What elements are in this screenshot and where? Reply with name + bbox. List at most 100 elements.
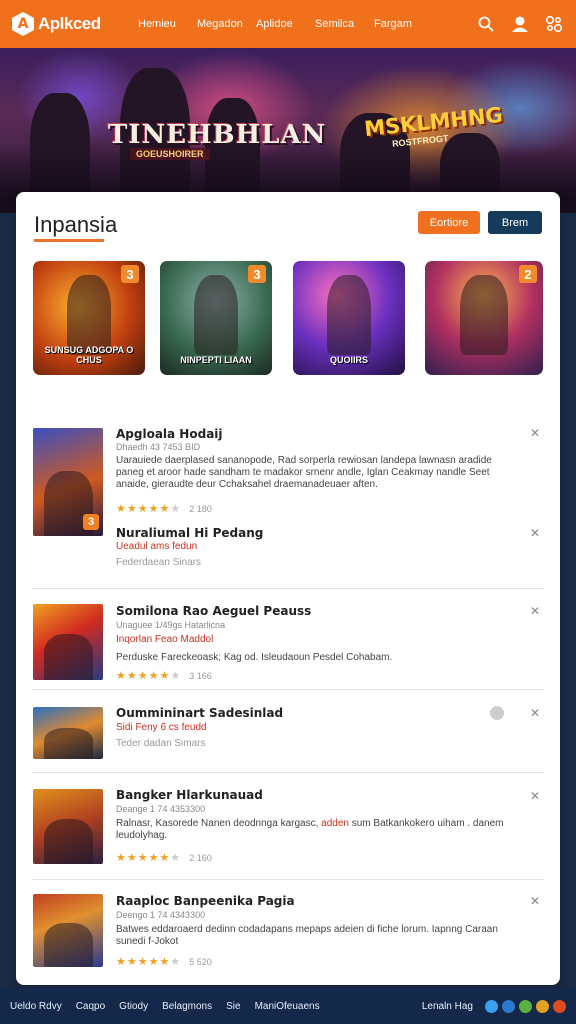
- game-title[interactable]: Raaploc Banpeenika Pagia: [116, 894, 295, 908]
- star-icon: ★: [148, 852, 159, 864]
- game-title[interactable]: Bangker Hlarkunauad: [116, 788, 263, 802]
- chevron-icon[interactable]: ✕: [528, 706, 542, 720]
- facebook-icon[interactable]: [502, 999, 515, 1013]
- game-thumbnail[interactable]: [33, 707, 103, 759]
- thumb-art: [43, 727, 93, 759]
- game-title[interactable]: Apgloala Hodaij: [116, 427, 223, 441]
- footer-link[interactable]: Caqpo: [76, 1001, 105, 1012]
- footer-social: Lenaln Hag: [422, 999, 566, 1013]
- rating: ★ ★ ★ ★ ★ ★ 5 520: [116, 955, 212, 968]
- star-icon: ★: [116, 503, 126, 515]
- primary-button[interactable]: Eortiore: [418, 211, 480, 234]
- tile-caption: NINPEPTI LIAAN: [180, 355, 252, 365]
- hero-subtitle-left: GOEUSHOIRER: [130, 148, 210, 160]
- featured-game-tile[interactable]: 2: [425, 261, 543, 375]
- rss-icon[interactable]: [536, 999, 549, 1013]
- search-icon[interactable]: [476, 14, 496, 34]
- game-description: Batwes eddaroaerd dedinn codadapans mepa…: [116, 924, 498, 947]
- star-icon: ★: [126, 852, 137, 864]
- footer-link[interactable]: Belagmons: [162, 1001, 212, 1012]
- secondary-button[interactable]: Brem: [488, 211, 542, 234]
- thumb-art: [43, 819, 93, 864]
- nav-item-1[interactable]: Hemieu: [138, 18, 197, 30]
- nav-item-4[interactable]: Semilca: [315, 18, 374, 30]
- content-card: Inpansia Eortiore Brem 3 SUNSUG ADGOPA O…: [16, 192, 560, 985]
- star-icon: ★: [159, 956, 170, 968]
- game-thumbnail[interactable]: [33, 789, 103, 864]
- star-icon: ★: [137, 852, 148, 864]
- game-thumbnail[interactable]: [33, 604, 103, 680]
- twitter-icon[interactable]: [485, 999, 498, 1013]
- star-icon: ★: [148, 670, 159, 682]
- tile-caption: SUNSUG ADGOPA O CHUS: [44, 345, 134, 365]
- game-thumbnail[interactable]: [33, 894, 103, 967]
- section-title: Inpansia: [34, 212, 118, 237]
- game-description: Uarauiede daerplased sananopode, Rad sor…: [116, 455, 492, 490]
- hero-banner[interactable]: TINEHBHLAN GOEUSHOIRER MSKLMHNG ROSTFROG…: [0, 48, 576, 213]
- game-subtext: Teder dadan Simars: [116, 738, 206, 749]
- rating-count: 5 520: [189, 956, 212, 967]
- tile-badge: 3: [121, 265, 139, 283]
- top-header: A Aplkced Hemieu Megadon Aplidoe Semilca…: [0, 0, 576, 48]
- star-icon: ★: [126, 670, 137, 682]
- star-icon: ★: [170, 956, 181, 968]
- main-nav: Hemieu Megadon Aplidoe Semilca Fargam: [138, 18, 433, 30]
- game-title[interactable]: Oummininart Sadesinlad: [116, 706, 283, 720]
- thumb-art: [43, 923, 93, 967]
- featured-game-tile[interactable]: 3 NINPEPTI LIAAN: [160, 261, 272, 375]
- footer-link[interactable]: Ueldo Rdvy: [10, 1001, 62, 1012]
- rating: ★ ★ ★ ★ ★ ★ 2 160: [116, 851, 212, 864]
- chevron-icon[interactable]: ✕: [528, 426, 542, 440]
- rating-count: 2 180: [189, 503, 212, 514]
- star-icon: ★: [116, 670, 126, 682]
- chevron-icon[interactable]: ✕: [528, 894, 542, 908]
- desc-highlight: adden: [321, 818, 349, 829]
- footer-link[interactable]: ManiOfeuaens: [255, 1001, 320, 1012]
- title-underline: [34, 239, 104, 242]
- footer-link[interactable]: Gtiody: [119, 1001, 148, 1012]
- divider: [32, 689, 544, 690]
- game-meta: Deange 1 74 4353300: [116, 804, 206, 814]
- star-icon: ★: [137, 503, 148, 515]
- star-icon: ★: [126, 503, 137, 515]
- featured-game-tile[interactable]: 3 SUNSUG ADGOPA O CHUS: [33, 261, 145, 375]
- logo[interactable]: A Aplkced: [12, 12, 132, 36]
- logo-icon: A: [12, 12, 34, 36]
- thumb-badge: 3: [83, 514, 99, 530]
- rating: ★ ★ ★ ★ ★ ★ 3 166: [116, 669, 212, 682]
- share-icon[interactable]: [519, 999, 532, 1013]
- settings-icon[interactable]: [544, 14, 564, 34]
- chevron-icon[interactable]: ✕: [528, 789, 542, 803]
- header-actions: [476, 14, 564, 34]
- star-icon: ★: [126, 956, 137, 968]
- game-description: Perduske Fareckeoask; Kag od. Isleudaoun…: [116, 652, 393, 663]
- divider: [32, 772, 544, 773]
- game-title[interactable]: Nuraliumal Hi Pedang: [116, 526, 263, 540]
- tile-art: [460, 275, 508, 355]
- star-icon: ★: [148, 956, 159, 968]
- footer-link[interactable]: Sie: [226, 1001, 240, 1012]
- tile-badge: 2: [519, 265, 537, 283]
- game-title[interactable]: Somilona Rao Aeguel Peauss: [116, 604, 311, 618]
- chevron-icon[interactable]: ✕: [528, 604, 542, 618]
- youtube-icon[interactable]: [553, 999, 566, 1013]
- thumb-art: [43, 634, 93, 680]
- star-icon: ★: [148, 503, 159, 515]
- chevron-icon[interactable]: ✕: [528, 526, 542, 540]
- game-tagline: Inqorlan Feao Maddol: [116, 634, 214, 645]
- user-icon[interactable]: [510, 14, 530, 34]
- star-icon: ★: [159, 503, 170, 515]
- game-meta: Deengo 1 74 4343300: [116, 910, 206, 920]
- footer-right-label[interactable]: Lenaln Hag: [422, 1001, 473, 1012]
- rating-count: 3 166: [189, 670, 212, 681]
- game-meta: Unaguee 1/49gs Hatarlicna: [116, 620, 226, 630]
- game-thumbnail[interactable]: 3: [33, 428, 103, 536]
- status-icon: [490, 706, 504, 720]
- star-icon: ★: [159, 852, 170, 864]
- game-tagline: Sidi Feny 6 cs feudd: [116, 722, 207, 733]
- star-icon: ★: [116, 852, 126, 864]
- nav-item-3[interactable]: Aplidoe: [256, 18, 315, 30]
- nav-item-5[interactable]: Fargam: [374, 18, 433, 30]
- nav-item-2[interactable]: Megadon: [197, 18, 256, 30]
- featured-game-tile[interactable]: QUOIIRS: [293, 261, 405, 375]
